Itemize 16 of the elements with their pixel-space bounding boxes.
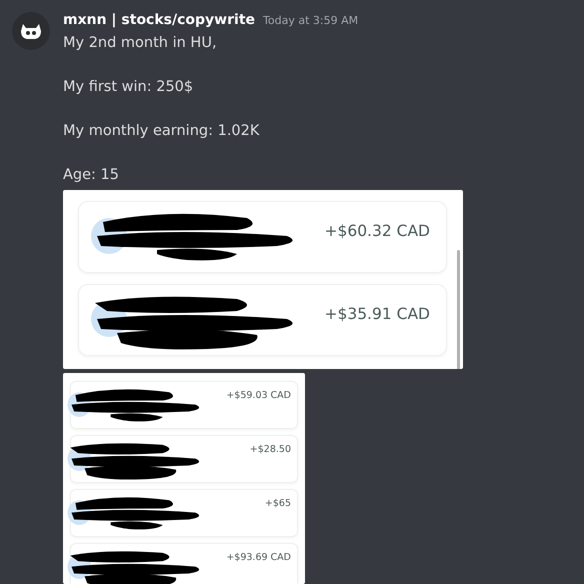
transaction-amount: +$65 (264, 498, 291, 509)
message-text: Age: 15 (63, 166, 120, 186)
message-text: My first win: 250$ (63, 78, 194, 98)
username[interactable]: mxnn | stocks/copywrite (63, 12, 256, 28)
timestamp: Today at 3:59 AM (263, 14, 358, 27)
image-attachment[interactable]: +$60.32 CAD +$35.91 CAD (63, 190, 463, 369)
image-attachment[interactable]: +$59.03 CAD +$28.50 +$65 +$93.69 CAD (63, 372, 305, 584)
avatar[interactable] (12, 12, 50, 50)
transaction-amount: +$59.03 CAD (226, 390, 291, 401)
transaction-amount: +$28.50 (250, 444, 291, 455)
transaction-amount: +$60.32 CAD (324, 222, 430, 240)
transaction-amount: +$35.91 CAD (324, 305, 430, 324)
transaction-amount: +$93.69 CAD (226, 552, 291, 563)
scrollbar[interactable] (457, 250, 460, 369)
message-text: My 2nd month in HU, (63, 34, 218, 54)
message-text: My monthly earning: 1.02K (63, 122, 260, 142)
